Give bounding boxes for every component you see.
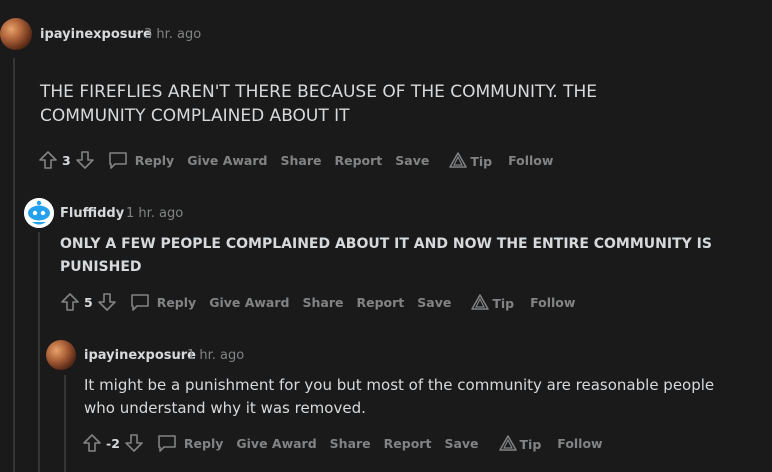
snoo-avatar-icon <box>24 198 54 228</box>
comment-3-body: It might be a punishment for you but mos… <box>84 376 715 417</box>
separator-dot: · <box>178 348 183 363</box>
upvote-icon[interactable] <box>60 292 80 312</box>
upvote-icon[interactable] <box>38 150 58 170</box>
avatar[interactable] <box>24 198 54 228</box>
comment-2-username[interactable]: Fluffiddy <box>60 206 124 221</box>
comment-bubble-icon <box>108 152 127 169</box>
share-button[interactable]: Share <box>280 153 321 168</box>
follow-button[interactable]: Follow <box>530 295 575 310</box>
comment-2-actions: 5 Reply Give Award Share Report Save Tip… <box>60 290 575 314</box>
vote-count: -2 <box>106 435 120 451</box>
reply-button[interactable]: Reply <box>129 292 196 312</box>
comment-1-timestamp[interactable]: 3 hr. ago <box>144 27 201 42</box>
comment-3-actions: -2 Reply Give Award Share Report Save Ti… <box>82 431 603 455</box>
reply-label: Reply <box>183 435 224 451</box>
report-button[interactable]: Report <box>356 295 404 310</box>
tip-triangle-icon <box>449 152 468 168</box>
tip-button[interactable]: Tip <box>498 434 542 452</box>
vote-count: 5 <box>84 294 93 310</box>
comment-2-timestamp[interactable]: 1 hr. ago <box>126 206 183 221</box>
reply-button[interactable]: Reply <box>156 433 223 453</box>
comment-1-body: THE FIREFLIES AREN'T THERE BECAUSE OF TH… <box>40 82 598 126</box>
downvote-icon[interactable] <box>124 433 144 453</box>
tip-label: Tip <box>470 154 493 169</box>
tip-button[interactable]: Tip <box>449 151 492 169</box>
tip-triangle-icon <box>471 294 490 310</box>
comment-2-body: ONLY A FEW PEOPLE COMPLAINED ABOUT IT AN… <box>60 236 712 275</box>
reply-label: Reply <box>134 152 175 168</box>
comment-bubble-icon <box>158 435 176 452</box>
tip-label: Tip <box>519 437 542 452</box>
tip-button[interactable]: Tip <box>471 293 514 311</box>
upvote-icon[interactable] <box>82 433 102 453</box>
tip-label: Tip <box>492 296 515 311</box>
share-button[interactable]: Share <box>330 436 371 451</box>
tip-triangle-icon <box>498 435 517 451</box>
share-button[interactable]: Share <box>302 295 343 310</box>
downvote-icon[interactable] <box>97 292 117 312</box>
give-award-button[interactable]: Give Award <box>209 295 289 310</box>
avatar[interactable] <box>0 18 32 50</box>
thread-line-3[interactable] <box>64 375 66 472</box>
comment-1-actions: 3 Reply Give Award Share Report Save Tip… <box>38 148 553 172</box>
give-award-button[interactable]: Give Award <box>187 153 267 168</box>
follow-button[interactable]: Follow <box>508 153 553 168</box>
give-award-button[interactable]: Give Award <box>236 436 316 451</box>
thread-line-1[interactable] <box>13 58 15 472</box>
comment-3-timestamp[interactable]: 1 hr. ago <box>187 348 244 363</box>
separator-dot: · <box>117 206 122 221</box>
report-button[interactable]: Report <box>384 436 432 451</box>
avatar[interactable] <box>46 340 76 370</box>
reply-button[interactable]: Reply <box>107 150 174 170</box>
save-button[interactable]: Save <box>444 436 478 451</box>
separator-dot: · <box>135 27 140 42</box>
thread-line-2[interactable] <box>38 232 40 472</box>
downvote-icon[interactable] <box>75 150 95 170</box>
reply-label: Reply <box>156 294 197 310</box>
report-button[interactable]: Report <box>334 153 382 168</box>
comment-bubble-icon <box>130 294 149 311</box>
save-button[interactable]: Save <box>417 295 451 310</box>
vote-count: 3 <box>62 152 71 168</box>
save-button[interactable]: Save <box>395 153 429 168</box>
follow-button[interactable]: Follow <box>557 436 602 451</box>
